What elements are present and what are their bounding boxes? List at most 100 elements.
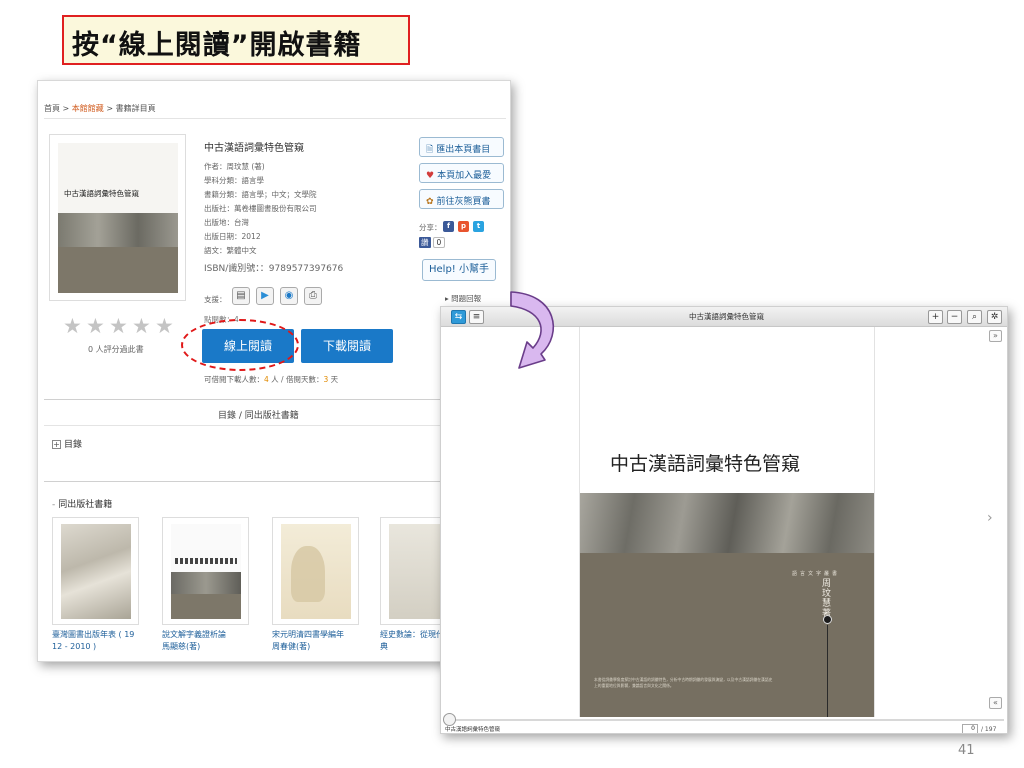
meta-language: 語文：繁體中文 [204,246,257,255]
cover-image [281,524,351,619]
loan-suffix: 天 [328,375,339,384]
support-label: 支援： [204,295,227,304]
author-name: 周玟慧著 [822,579,832,619]
plus-box-icon: + [52,440,61,449]
toc-label: 目錄 [64,440,83,450]
export-citation-button[interactable]: 🗎 匯出本頁書目 [419,137,504,157]
related-book-cover[interactable] [162,517,249,625]
same-publisher-label: 同出版社書籍 [58,500,113,510]
cover-lower-band [171,594,241,619]
bookshelf-icon[interactable]: ⇆ [451,310,466,324]
cover-texture [58,213,178,247]
cover-image: 中古漢語詞彙特色管窺 [58,143,178,293]
chevron-double-down-icon[interactable]: » [989,330,1002,342]
android-icon[interactable]: ▶ [256,287,274,305]
export-citation-label: 匯出本頁書目 [436,145,491,155]
buy-book-label: 前往灰熊買書 [436,197,491,207]
rating-star[interactable]: ★ [86,314,105,338]
add-favorite-label: 本頁加入最愛 [437,171,492,181]
meta-date: 出版日期：2012 [204,232,261,241]
ios-icon[interactable]: ◉ [280,287,298,305]
rating-star[interactable]: ★ [63,314,82,338]
loan-mid: 人 / 借閱天數： [268,375,324,384]
twitter-icon[interactable]: t [473,221,484,232]
related-book-title[interactable]: 說文解字義證析論 [162,629,226,641]
related-book-author[interactable]: 馬顯慈(著) [162,641,200,653]
content-tabs[interactable]: 目錄 / 同出版社書籍 [218,408,299,421]
page-title: 中古漢語詞彙特色管窺 [610,453,801,475]
divider [44,481,506,482]
breadcrumb-home[interactable]: 首頁 [44,104,60,113]
export-icon: 🗎 [426,145,434,155]
related-book-author[interactable]: 周春健(著) [272,641,310,653]
cover-title: 中古漢語詞彙特色管窺 [64,189,139,198]
meta-publisher: 出版社：萬卷樓圖書股份有限公司 [204,204,317,213]
divider [44,425,506,426]
print-icon[interactable]: ⎙ [304,287,322,305]
divider [44,399,506,400]
meta-category: 書籍分類：語言學；中文；文學院 [204,190,317,199]
add-favorite-button[interactable]: ♥ 本頁加入最愛 [419,163,504,183]
slide-title: 按“線上閱讀”開啟書籍 [62,15,410,65]
cover-lower-band [580,553,874,717]
book-cover: 中古漢語詞彙特色管窺 [49,134,186,301]
breadcrumb-current: 書籍詳目頁 [115,104,156,113]
settings-icon[interactable]: ✲ [987,310,1002,324]
buy-book-button[interactable]: ✿ 前往灰熊買書 [419,189,504,209]
menu-icon[interactable]: ≡ [469,310,484,324]
meta-place: 出版地：台灣 [204,218,249,227]
share-label: 分享： [419,223,442,232]
cover-lower-band [58,247,178,293]
book-title: 中古漢語詞彙特色管窺 [204,143,304,154]
related-book-title-cont[interactable]: 典 [380,641,388,653]
chevron-double-up-icon[interactable]: « [989,697,1002,709]
cover-image [61,524,131,619]
like-count: 0 [432,237,446,248]
loan-info: 可借閱下載人數：4 人 / 借閱天數：3 天 [204,374,338,385]
plurk-icon[interactable]: p [458,221,469,232]
related-book-title[interactable]: 經史數論：從現代 [380,629,444,641]
related-book-title-cont[interactable]: 12 - 2010 ) [52,641,96,653]
related-book-title[interactable]: 宋元明清四書學編年 [272,629,344,641]
loan-prefix: 可借閱下載人數： [204,375,264,384]
breadcrumb-sep: > [103,104,116,113]
same-publisher-header: - 同出版社書籍 [52,497,112,510]
page-divider [874,327,875,717]
rating-count-text: 0 人評分過此書 [88,345,144,354]
rating-star[interactable]: ★ [132,314,151,338]
next-page-icon[interactable]: › [987,510,993,526]
divider [44,118,506,119]
help-button[interactable]: Help! 小幫手 [422,259,496,281]
page-slider[interactable] [449,719,1004,721]
book-page[interactable]: 中古漢語詞彙特色管窺 語言文字叢書 周玟慧著 本書從詞彙學角度探討中古漢語的詞彙… [580,327,874,717]
report-issue-link[interactable]: ▸ 問題回報 [445,293,481,304]
like-label: 讚 [419,237,431,248]
cover-blurb: 本書從詞彙學角度探討中古漢語的詞彙特色，分析中古時期詞彙的發展與演變，以及中古漢… [594,677,773,688]
meta-subject: 學科分類：語言學 [204,176,264,185]
cover-texture [580,493,874,553]
toc-toggle[interactable]: + 目錄 [52,437,82,450]
page-number-input[interactable]: 0 [962,724,978,733]
meta-author: 作者：周玟慧 (著) [204,162,265,171]
heart-icon: ♥ [426,171,435,181]
reader-title: 中古漢語詞彙特色管窺 [689,312,764,321]
like-button[interactable]: 讚0 [419,237,446,248]
zoom-in-icon[interactable]: + [928,310,943,324]
breadcrumb-category[interactable]: 本館館藏 [72,104,104,113]
rating-star[interactable]: ★ [109,314,128,338]
zoom-out-icon[interactable]: − [947,310,962,324]
cover-texture [171,572,241,594]
series-label: 語言文字叢書 [792,571,841,577]
facebook-icon[interactable]: f [443,221,454,232]
pc-icon[interactable]: ▤ [232,287,250,305]
search-icon[interactable]: ⌕ [967,310,982,324]
download-read-button[interactable]: 下載閱讀 [301,329,393,363]
rating-star[interactable]: ★ [155,314,174,338]
decorative-line [827,625,828,717]
page-total: / 197 [981,726,997,733]
related-book-cover[interactable] [52,517,139,625]
related-book-cover[interactable] [272,517,359,625]
portrait-figure [291,546,325,602]
collapse-icon: - [52,500,56,510]
related-book-title[interactable]: 臺灣圖書出版年表 ( 19 [52,629,134,641]
